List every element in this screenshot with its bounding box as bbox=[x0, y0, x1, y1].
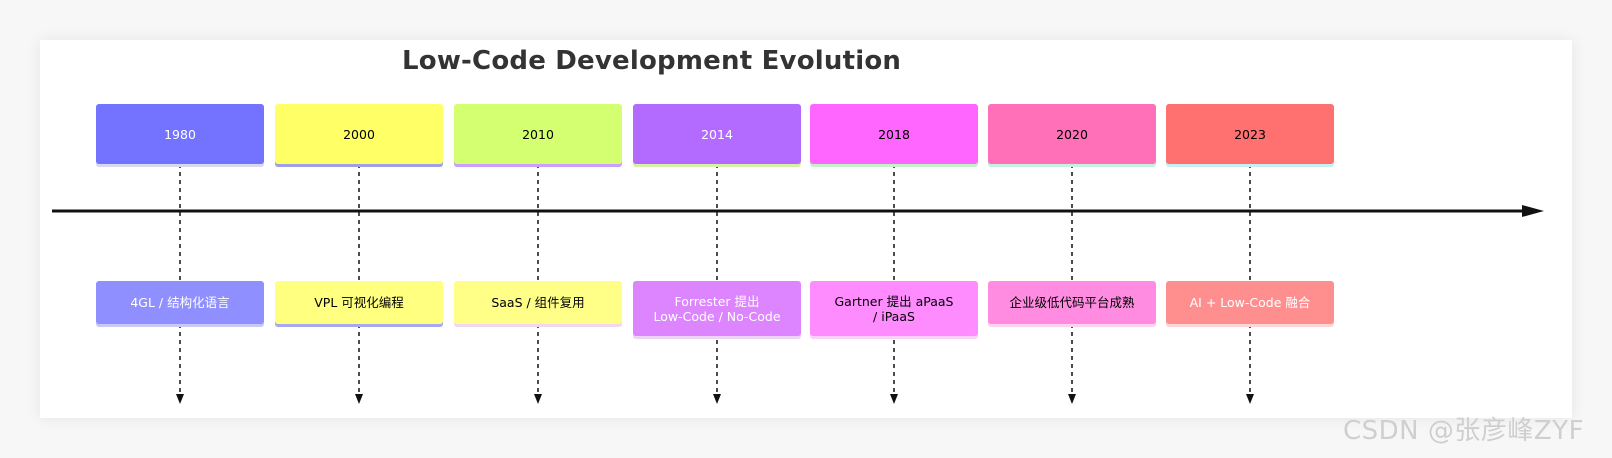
arrow-down-icon bbox=[713, 394, 721, 404]
diagram-card bbox=[40, 40, 1572, 418]
arrow-down-icon bbox=[176, 394, 184, 404]
arrow-down-icon bbox=[534, 394, 542, 404]
watermark: CSDN @张彦峰ZYF bbox=[1343, 416, 1585, 446]
year-box-2018: 2018 bbox=[810, 104, 978, 164]
arrow-down-icon bbox=[1246, 394, 1254, 404]
diagram-title: Low-Code Development Evolution bbox=[402, 46, 902, 76]
timeline-axis bbox=[52, 205, 1544, 217]
event-box-2020: 企业级低代码平台成熟 bbox=[988, 281, 1156, 324]
arrow-down-icon bbox=[355, 394, 363, 404]
event-box-2014: Forrester 提出 Low-Code / No-Code bbox=[633, 281, 801, 336]
arrow-down-icon bbox=[1068, 394, 1076, 404]
year-box-1980: 1980 bbox=[96, 104, 264, 164]
event-box-2000: VPL 可视化编程 bbox=[275, 281, 443, 324]
timeline-arrow-icon bbox=[1522, 205, 1544, 217]
event-box-2023: AI + Low-Code 融合 bbox=[1166, 281, 1334, 324]
arrow-down-icon bbox=[890, 394, 898, 404]
event-box-2018: Gartner 提出 aPaaS / iPaaS bbox=[810, 281, 978, 336]
year-box-2000: 2000 bbox=[275, 104, 443, 164]
year-box-2014: 2014 bbox=[633, 104, 801, 164]
diagram-canvas: Low-Code Development Evolution 1980 4GL /… bbox=[0, 0, 1612, 458]
year-box-2023: 2023 bbox=[1166, 104, 1334, 164]
year-box-2010: 2010 bbox=[454, 104, 622, 164]
year-box-2020: 2020 bbox=[988, 104, 1156, 164]
event-box-2010: SaaS / 组件复用 bbox=[454, 281, 622, 324]
event-box-1980: 4GL / 结构化语言 bbox=[96, 281, 264, 324]
